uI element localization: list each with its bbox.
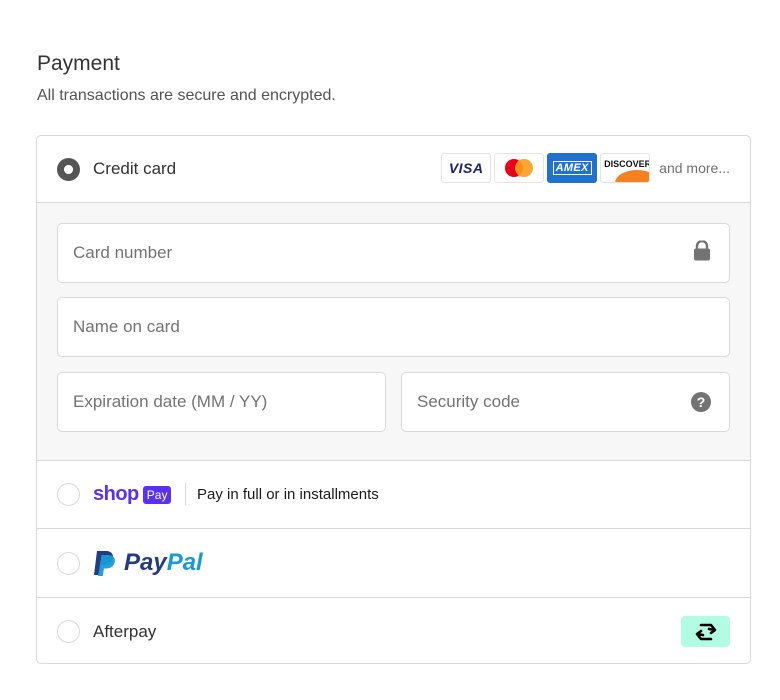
and-more-text: and more... <box>659 160 730 176</box>
payment-option-paypal[interactable]: PayPal <box>37 529 750 598</box>
payment-option-shop-pay[interactable]: shop Pay Pay in full or in installments <box>37 461 750 529</box>
paypal-logo: PayPal <box>92 549 203 577</box>
name-on-card-input[interactable]: Name on card <box>57 297 730 357</box>
credit-card-radio[interactable] <box>57 157 80 181</box>
expiration-date-placeholder: Expiration date (MM / YY) <box>73 392 268 411</box>
shop-pay-tagline: Pay in full or in installments <box>197 486 379 503</box>
paypal-p-icon <box>94 551 115 576</box>
mastercard-logo <box>494 153 545 183</box>
expiration-date-input[interactable]: Expiration date (MM / YY) <box>57 372 386 432</box>
payment-option-afterpay[interactable]: Afterpay <box>37 598 750 663</box>
discover-logo: DISCOVER <box>600 153 651 183</box>
shop-pay-radio[interactable] <box>57 483 80 506</box>
security-code-placeholder: Security code <box>417 392 520 411</box>
visa-logo: VISA <box>441 153 492 183</box>
amex-logo: AMEX <box>547 153 598 183</box>
paypal-word-dark: Pay <box>124 549 167 576</box>
card-number-placeholder: Card number <box>73 243 173 262</box>
lock-icon <box>693 239 711 266</box>
afterpay-logo-icon <box>681 616 730 647</box>
security-code-input[interactable]: Security code ? <box>401 372 730 432</box>
credit-card-label: Credit card <box>93 159 177 178</box>
page-subtitle: All transactions are secure and encrypte… <box>37 87 336 104</box>
payment-methods: Credit card VISA AMEX DISCOVER and more.… <box>36 135 751 664</box>
payment-option-credit-card[interactable]: Credit card VISA AMEX DISCOVER and more.… <box>37 136 750 203</box>
afterpay-radio[interactable] <box>57 620 80 643</box>
shop-pay-logo: shop Pay <box>93 483 172 506</box>
help-icon[interactable]: ? <box>691 392 711 412</box>
card-logos: VISA AMEX DISCOVER and more... <box>441 153 730 183</box>
paypal-radio[interactable] <box>57 551 80 575</box>
page-title: Payment <box>37 52 120 75</box>
card-number-input[interactable]: Card number <box>57 223 730 283</box>
shop-pay-divider <box>185 483 186 505</box>
credit-card-form: Card number Name on card Expiration date… <box>37 203 750 461</box>
name-on-card-placeholder: Name on card <box>73 317 180 336</box>
shop-pay-logo-badge: Pay <box>142 485 172 504</box>
paypal-word-light: Pal <box>166 549 203 576</box>
afterpay-label: Afterpay <box>93 621 157 641</box>
shop-pay-logo-word: shop <box>93 483 139 505</box>
